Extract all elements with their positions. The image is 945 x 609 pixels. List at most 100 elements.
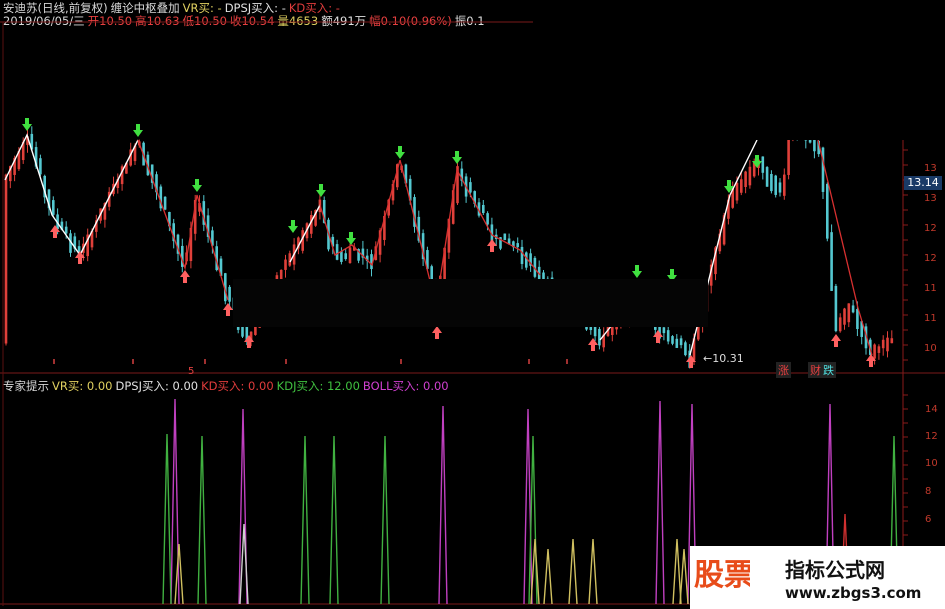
price-axis-label: 12 <box>924 223 937 234</box>
boll-buy-spike <box>655 400 665 605</box>
indicator-value-3: KDJ买入: 12.00 <box>276 379 360 393</box>
vr-buy-spike <box>530 538 540 605</box>
candle-body <box>340 251 343 262</box>
candle-body <box>744 171 747 187</box>
buy-signal-icon-stem <box>247 342 251 348</box>
buy-signal-icon-stem <box>435 333 439 339</box>
kdj-buy-spike <box>380 435 390 605</box>
watermark-logo-right: 指标公式网 www.zbgs3.com <box>750 546 945 609</box>
candle-body <box>666 330 670 342</box>
watermark-title: 指标公式网 <box>785 558 885 582</box>
price-axis-label: 13 <box>924 163 937 174</box>
sell-signal-icon-stem <box>755 155 759 161</box>
fall-tag[interactable]: 跌 <box>821 362 836 378</box>
indicator-axis-label: 8 <box>925 486 932 497</box>
candle-body <box>163 196 167 210</box>
candle-body <box>335 244 339 260</box>
sell-signal-icon-stem <box>195 179 199 185</box>
candle-body <box>284 259 287 270</box>
sell-signal-icon <box>395 152 405 159</box>
buy-signal-icon <box>653 330 663 337</box>
indicator-name: 专家提示 <box>3 379 49 393</box>
zigzag-white-2 <box>289 204 321 263</box>
buy-signal-icon-stem <box>689 362 693 368</box>
buy-signal-icon <box>223 303 233 310</box>
candle-body <box>838 317 842 332</box>
candle-body <box>770 173 773 192</box>
candle-body <box>748 166 752 186</box>
sell-signal-icon-stem <box>455 151 459 157</box>
candle-body <box>516 243 519 248</box>
candle-body <box>787 133 790 175</box>
buy-signal-icon-stem <box>490 246 494 252</box>
sell-signal-icon <box>192 185 202 192</box>
sell-signal-icon-stem <box>349 232 353 238</box>
sell-signal-icon-stem <box>319 184 323 190</box>
sell-signal-icon-stem <box>398 146 402 152</box>
sell-signal-icon-stem <box>291 220 295 226</box>
price-axis-label: 11 <box>924 283 937 294</box>
buy-signal-icon-stem <box>834 341 838 347</box>
candle-body <box>834 285 838 332</box>
buy-signal-icon-stem <box>869 361 873 367</box>
candle-body <box>228 286 231 302</box>
candle-body <box>486 213 489 225</box>
indicator-axis-label: 10 <box>925 458 938 469</box>
indicator-value-1: DPSJ买入: 0.00 <box>115 379 199 393</box>
candle-body <box>847 303 851 323</box>
rise-tag[interactable]: 涨 <box>776 362 791 378</box>
redacted-region-middle <box>233 279 708 327</box>
vr-buy-spike <box>588 538 598 605</box>
buy-signal-icon <box>180 270 190 277</box>
buy-signal-icon <box>432 326 442 333</box>
candle-body <box>4 174 8 344</box>
candle-body <box>830 232 833 291</box>
price-axis-label: 10 <box>924 343 937 354</box>
boll-buy-spike <box>170 398 180 605</box>
candle-body <box>348 247 352 264</box>
watermark-url: www.zbgs3.com <box>785 584 922 602</box>
kdj-buy-spike <box>329 435 339 605</box>
price-axis-label: 12 <box>924 253 937 264</box>
sell-signal-icon-stem <box>635 265 639 271</box>
candle-body <box>520 246 524 264</box>
candle-body <box>886 337 889 352</box>
candle-body <box>783 174 786 196</box>
indicator-axis-label: 6 <box>925 514 932 525</box>
candle-body <box>684 342 687 356</box>
candle-body <box>482 204 485 214</box>
boll-buy-spike <box>238 408 248 605</box>
buy-signal-icon-stem <box>78 258 82 264</box>
indicator-value-0: VR买: 0.00 <box>52 379 113 393</box>
candle-body <box>856 309 859 330</box>
candle-body <box>679 338 683 346</box>
candle-body <box>765 167 769 187</box>
candle-body <box>851 305 855 313</box>
current-price-tag: 13.14 <box>904 176 942 190</box>
candle-body <box>774 175 777 195</box>
redacted-region-top-right <box>533 0 945 140</box>
candle-body <box>826 183 829 239</box>
min-price-value: 10.31 <box>712 352 744 365</box>
price-axis-label: 13 <box>924 193 937 204</box>
indicator-axis-label: 14 <box>925 404 938 415</box>
candle-body <box>52 200 55 215</box>
price-axis-label: 11 <box>924 313 937 324</box>
kdj-buy-spike <box>197 435 207 605</box>
indicator-title-bar: 专家提示 VR买: 0.00 DPSJ买入: 0.00 KD买入: 0.00 KDJ买入… <box>3 378 452 394</box>
kdj-buy-spike <box>162 433 172 605</box>
sell-signal-icon <box>288 226 298 233</box>
candle-body <box>877 346 881 353</box>
buy-signal-icon-stem <box>591 345 595 351</box>
sell-signal-icon <box>632 271 642 278</box>
vr-buy-spike <box>543 548 553 605</box>
sell-signal-icon-stem <box>25 118 29 124</box>
buy-signal-icon <box>588 338 598 345</box>
candle-body <box>662 327 666 334</box>
indicator-value-2: KD买入: 0.00 <box>201 379 274 393</box>
indicator-value-4: BOLL买入: 0.00 <box>362 379 449 393</box>
candle-body <box>890 338 894 344</box>
candle-body <box>881 339 885 349</box>
buy-signal-icon-stem <box>53 232 57 238</box>
min-price-label: ←10.31 <box>703 352 744 365</box>
